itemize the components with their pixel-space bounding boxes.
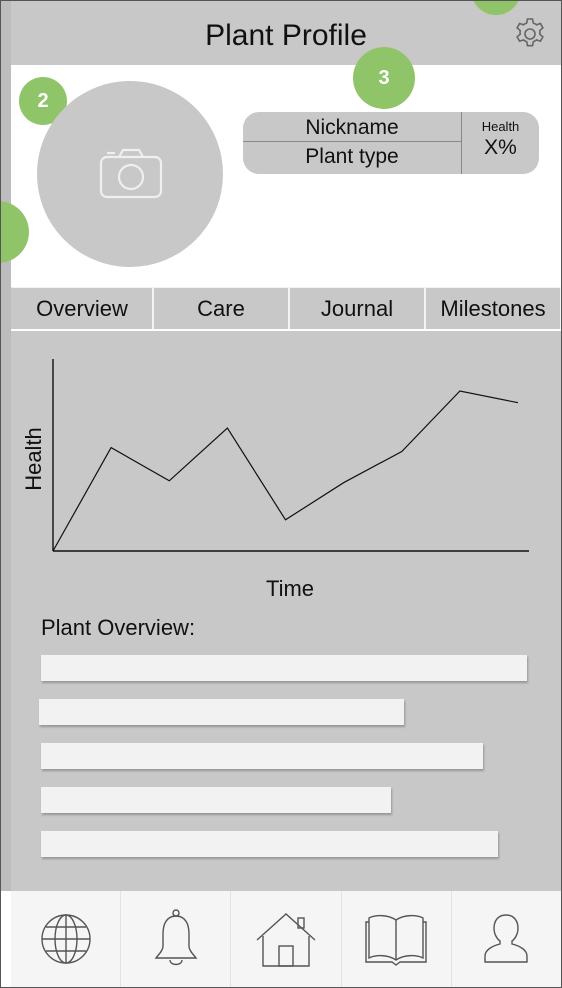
settings-button[interactable] xyxy=(513,17,547,51)
tab-milestones[interactable]: Milestones xyxy=(425,287,561,329)
camera-icon xyxy=(99,148,163,199)
plant-name-block: Nickname Plant type xyxy=(243,112,462,174)
y-axis-label: Health xyxy=(21,427,46,491)
bottom-navigation xyxy=(11,891,561,987)
tab-journal[interactable]: Journal xyxy=(289,287,425,329)
gear-icon xyxy=(516,18,544,47)
plant-type-label[interactable]: Plant type xyxy=(243,142,461,172)
app-screen: Plant Profile 2 3 Nickname Plant type He… xyxy=(0,0,562,988)
health-series-line xyxy=(52,390,519,552)
annotation-badge-3: 3 xyxy=(353,47,415,109)
overview-heading: Plant Overview: xyxy=(41,615,196,640)
bell-icon xyxy=(154,909,198,966)
page-title: Plant Profile xyxy=(205,19,367,52)
home-icon xyxy=(256,913,316,967)
annotation-badge-left xyxy=(1,201,29,263)
nickname-label[interactable]: Nickname xyxy=(243,112,461,142)
nav-home[interactable] xyxy=(231,891,342,987)
x-axis-label: Time xyxy=(266,576,314,601)
health-line-chart: Health Time xyxy=(21,359,529,601)
plant-info-card: Nickname Plant type Health X% xyxy=(243,112,539,174)
globe-icon xyxy=(40,914,91,964)
nav-explore[interactable] xyxy=(11,891,122,987)
book-icon xyxy=(365,914,427,966)
health-block: Health X% xyxy=(462,112,539,174)
left-guide-strip xyxy=(1,1,11,891)
nav-profile[interactable] xyxy=(452,891,561,987)
overview-panel: Health Time Plant Overview: xyxy=(11,331,561,891)
text-line-placeholder xyxy=(41,743,483,769)
nav-journal[interactable] xyxy=(342,891,452,987)
text-line-placeholder xyxy=(41,831,498,857)
health-label: Health xyxy=(481,119,520,134)
health-value: X% xyxy=(484,136,517,159)
header-bar: Plant Profile xyxy=(11,1,561,65)
tab-care[interactable]: Care xyxy=(153,287,289,329)
plant-photo-upload[interactable] xyxy=(37,81,223,267)
tab-overview[interactable]: Overview xyxy=(11,287,153,329)
profile-icon xyxy=(484,914,529,963)
text-line-placeholder xyxy=(39,699,404,725)
tab-bar: Overview Care Journal Milestones xyxy=(11,287,561,331)
text-line-placeholder xyxy=(41,655,527,681)
text-line-placeholder xyxy=(41,787,391,813)
nav-notifications[interactable] xyxy=(121,891,232,987)
